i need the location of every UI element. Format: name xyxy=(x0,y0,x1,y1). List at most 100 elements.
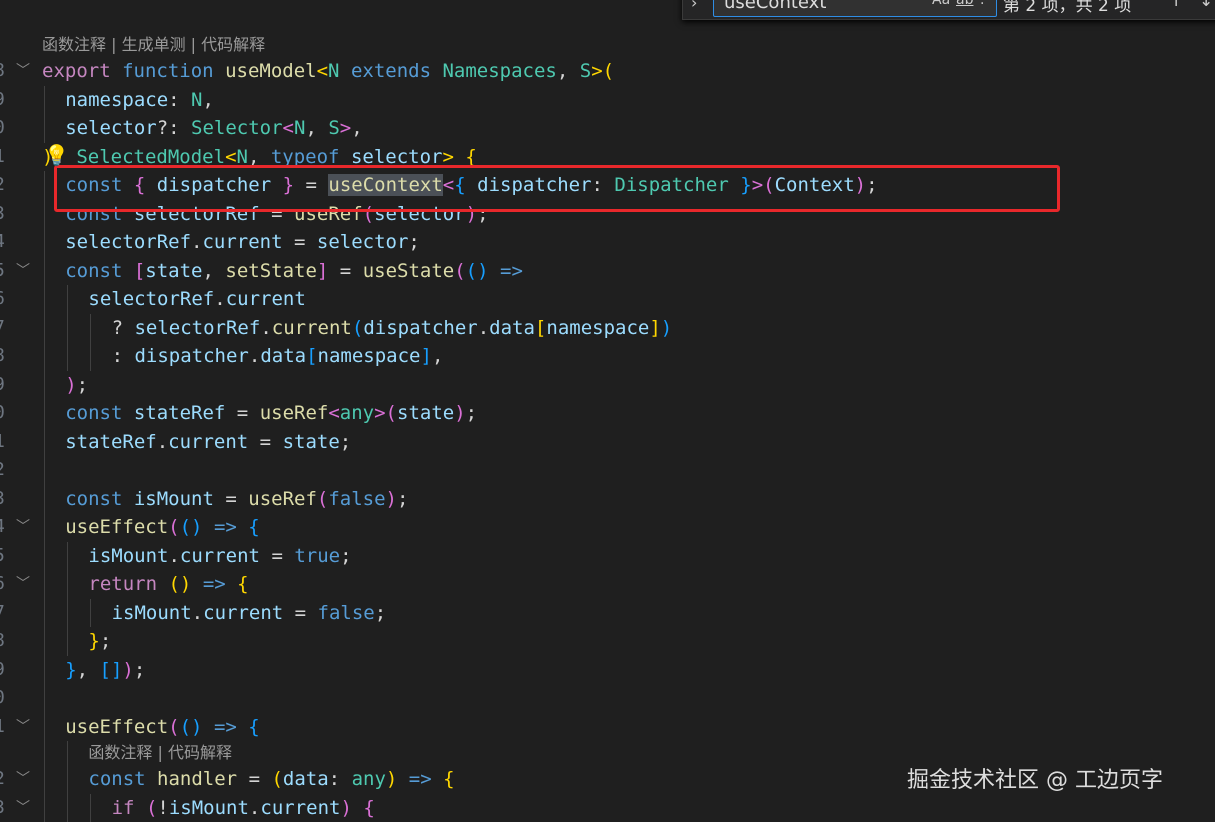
line-number: 2 xyxy=(0,171,5,200)
code-line[interactable]: 6selectorRef.current xyxy=(0,285,1215,314)
code-line[interactable]: 1﹀useEffect(() => { xyxy=(0,713,1215,742)
code-token: ; xyxy=(100,630,111,652)
fold-chevron-icon[interactable]: ﹀ xyxy=(16,57,30,86)
regex-button[interactable]: .* xyxy=(980,0,991,8)
code-token: ; xyxy=(397,488,408,510)
code-token xyxy=(202,516,213,538)
fold-chevron-icon[interactable]: ﹀ xyxy=(16,257,30,286)
code-token: extends xyxy=(351,60,431,82)
code-token xyxy=(191,573,202,595)
line-number: 9 xyxy=(0,86,5,115)
code-token: () xyxy=(466,260,489,282)
code-token: namespace xyxy=(318,345,421,367)
line-number: 8 xyxy=(0,342,5,371)
code-line[interactable]: 7? selectorRef.current(dispatcher.data[n… xyxy=(0,314,1215,343)
lightbulb-icon[interactable]: 💡 xyxy=(44,143,69,167)
fold-chevron-icon[interactable]: ﹀ xyxy=(16,713,30,742)
code-token: { xyxy=(363,797,374,819)
annotation-highlight-box xyxy=(54,165,1060,212)
code-token: { xyxy=(248,516,259,538)
code-line[interactable]: 4﹀useEffect(() => { xyxy=(0,513,1215,542)
code-line[interactable]: 3﹀if (!isMount.current) { xyxy=(0,794,1215,822)
code-line[interactable]: 7isMount.current = false; xyxy=(0,599,1215,628)
code-text: }, []); xyxy=(65,656,145,685)
arrow-up-icon[interactable]: ↑ xyxy=(1169,0,1183,11)
codelens-text[interactable]: 函数注释 | 生成单测 | 代码解释 xyxy=(42,33,265,57)
code-line[interactable]: 0 xyxy=(0,684,1215,713)
line-number: 3 xyxy=(0,485,5,514)
code-line[interactable]: 5﹀const [state, setState] = useState(() … xyxy=(0,257,1215,286)
arrow-down-icon[interactable]: ↓ xyxy=(1199,0,1213,11)
match-case-button[interactable]: Aa xyxy=(932,0,950,8)
code-token: [ xyxy=(134,260,145,282)
code-token: ( xyxy=(352,317,363,339)
indent-guide xyxy=(44,371,45,400)
code-line[interactable]: 2 xyxy=(0,456,1215,485)
code-line[interactable]: 6﹀return () => { xyxy=(0,570,1215,599)
find-result-count: 第 2 项，共 2 项 xyxy=(1003,0,1131,16)
code-token: useEffect xyxy=(65,516,168,538)
fold-chevron-icon[interactable]: ﹀ xyxy=(16,513,30,542)
code-token: ( xyxy=(317,488,328,510)
code-token: selectorRef xyxy=(88,288,214,310)
code-line[interactable]: 0selector?: Selector<N, S>, xyxy=(0,114,1215,143)
code-line[interactable]: 3const isMount = useRef(false); xyxy=(0,485,1215,514)
code-token: stateRef xyxy=(65,431,157,453)
code-line[interactable]: 8}; xyxy=(0,627,1215,656)
fold-chevron-icon[interactable]: ﹀ xyxy=(16,570,30,599)
codelens-actions[interactable]: 函数注释 | 生成单测 | 代码解释 xyxy=(0,33,1215,57)
line-number: 0 xyxy=(0,114,5,143)
line-number: 4 xyxy=(0,513,5,542)
line-number: 1 xyxy=(0,143,5,172)
line-number: 1 xyxy=(0,713,5,742)
code-token: ? xyxy=(112,317,135,339)
code-token: = xyxy=(283,231,317,253)
code-token: ; xyxy=(134,659,145,681)
code-line[interactable]: 9namespace: N, xyxy=(0,86,1215,115)
code-line[interactable]: 5isMount.current = true; xyxy=(0,542,1215,571)
watermark: 掘金技术社区 @ 工边页字 xyxy=(907,762,1163,794)
code-line[interactable]: 1stateRef.current = state; xyxy=(0,428,1215,457)
line-number: 2 xyxy=(0,456,5,485)
code-token: current xyxy=(226,288,306,310)
line-number: 6 xyxy=(0,570,5,599)
code-token: () xyxy=(180,716,203,738)
code-token: selectorRef xyxy=(134,317,260,339)
code-token: ; xyxy=(375,602,386,624)
code-line[interactable]: 9}, []); xyxy=(0,656,1215,685)
codelens-text[interactable]: 函数注释 | 代码解释 xyxy=(88,741,232,765)
line-number: 5 xyxy=(0,542,5,571)
code-line[interactable]: 0const stateRef = useRef<any>(state); xyxy=(0,399,1215,428)
whole-word-button[interactable]: ab xyxy=(956,0,973,8)
code-token: = xyxy=(214,488,248,510)
code-token: selector xyxy=(317,231,409,253)
code-line[interactable]: 4selectorRef.current = selector; xyxy=(0,228,1215,257)
code-token: selector xyxy=(65,117,157,139)
code-token: () xyxy=(180,516,203,538)
indent-guide xyxy=(44,794,45,822)
fold-chevron-icon[interactable]: ﹀ xyxy=(16,794,30,822)
code-token: >( xyxy=(591,60,614,82)
code-token: . xyxy=(168,545,179,567)
code-token: useRef xyxy=(260,402,329,424)
code-line[interactable]: 8: dispatcher.data[namespace], xyxy=(0,342,1215,371)
code-text: ); xyxy=(65,371,88,400)
code-token xyxy=(226,573,237,595)
code-token: ( xyxy=(146,797,157,819)
code-line[interactable]: 8﹀export function useModel<N extends Nam… xyxy=(0,57,1215,86)
code-token: [ xyxy=(535,317,546,339)
code-token: < xyxy=(283,117,294,139)
indent-guide xyxy=(44,114,45,143)
indent-guide xyxy=(44,627,45,656)
find-input[interactable]: useContext Aa ab .* xyxy=(713,0,997,17)
code-editor[interactable]: 函数注释 | 生成单测 | 代码解释8﹀export function useM… xyxy=(0,33,1215,822)
code-token: any xyxy=(340,402,374,424)
code-token: const xyxy=(88,768,145,790)
find-input-value[interactable]: useContext xyxy=(724,0,826,13)
code-token: namespace xyxy=(546,317,649,339)
code-token: isMount xyxy=(88,545,168,567)
code-line[interactable]: 9); xyxy=(0,371,1215,400)
indent-guide xyxy=(44,684,45,713)
toggle-replace-chevron-icon[interactable]: › xyxy=(691,0,697,12)
fold-chevron-icon[interactable]: ﹀ xyxy=(16,765,30,794)
